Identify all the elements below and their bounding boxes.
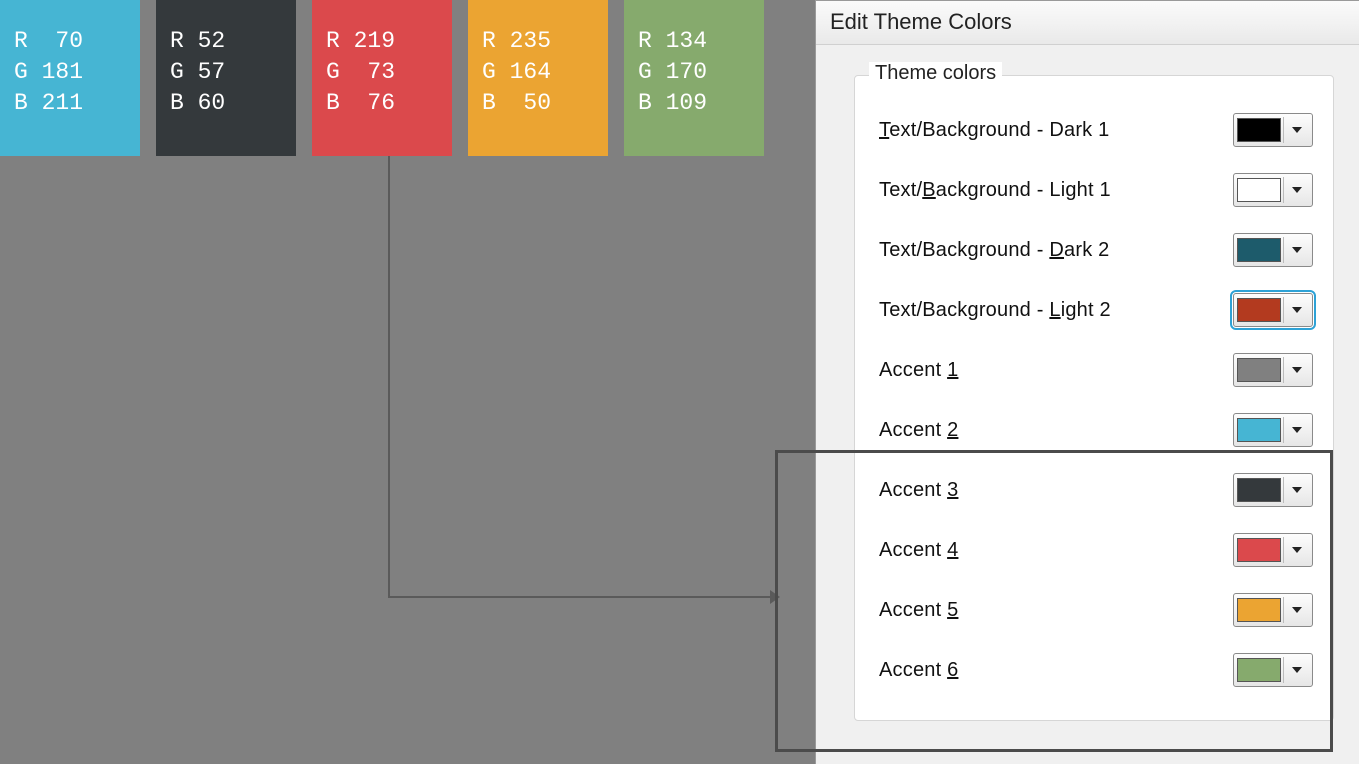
chevron-down-icon [1292,667,1302,673]
dropdown-button[interactable] [1283,357,1309,383]
dropdown-button[interactable] [1283,417,1309,443]
color-chip [1237,358,1281,382]
color-picker-button[interactable] [1233,293,1313,327]
swatch-row: R 70 G 181 B 211R 52 G 57 B 60R 219 G 73… [0,0,764,156]
color-chip [1237,598,1281,622]
dropdown-button[interactable] [1283,237,1309,263]
dialog-title: Edit Theme Colors [816,1,1359,45]
color-picker-button[interactable] [1233,353,1313,387]
color-chip [1237,658,1281,682]
color-chip [1237,118,1281,142]
dropdown-button[interactable] [1283,657,1309,683]
chevron-down-icon [1292,607,1302,613]
theme-color-row: Accent 6 [879,640,1313,700]
chevron-down-icon [1292,427,1302,433]
theme-colors-fieldset: Theme colors Text/Background - Dark 1Tex… [854,75,1334,721]
color-picker-button[interactable] [1233,113,1313,147]
theme-color-label: Text/Background - Dark 1 [879,119,1109,142]
color-chip [1237,238,1281,262]
theme-color-row: Accent 5 [879,580,1313,640]
theme-color-label: Accent 3 [879,479,958,502]
color-swatch-3: R 219 G 73 B 76 [312,0,452,156]
color-picker-button[interactable] [1233,653,1313,687]
color-picker-button[interactable] [1233,413,1313,447]
color-chip [1237,538,1281,562]
color-chip [1237,298,1281,322]
theme-color-row: Text/Background - Light 1 [879,160,1313,220]
dropdown-button[interactable] [1283,177,1309,203]
color-picker-button[interactable] [1233,173,1313,207]
dropdown-button[interactable] [1283,597,1309,623]
color-picker-button[interactable] [1233,473,1313,507]
chevron-down-icon [1292,247,1302,253]
color-swatch-4: R 235 G 164 B 50 [468,0,608,156]
theme-color-row: Text/Background - Light 2 [879,280,1313,340]
theme-color-label: Text/Background - Light 2 [879,299,1111,322]
theme-color-label: Text/Background - Dark 2 [879,239,1109,262]
dropdown-button[interactable] [1283,297,1309,323]
edit-theme-colors-dialog: Edit Theme Colors Theme colors Text/Back… [815,0,1359,764]
chevron-down-icon [1292,547,1302,553]
color-swatch-5: R 134 G 170 B 109 [624,0,764,156]
theme-color-label: Accent 4 [879,539,958,562]
theme-color-label: Accent 5 [879,599,958,622]
theme-color-row: Text/Background - Dark 1 [879,100,1313,160]
arrow-segment-vertical [388,156,390,596]
color-chip [1237,478,1281,502]
color-chip [1237,418,1281,442]
color-swatch-2: R 52 G 57 B 60 [156,0,296,156]
theme-color-label: Accent 1 [879,359,958,382]
fieldset-legend: Theme colors [869,62,1002,85]
dropdown-button[interactable] [1283,537,1309,563]
chevron-down-icon [1292,127,1302,133]
color-picker-button[interactable] [1233,533,1313,567]
arrow-segment-horizontal [388,596,774,598]
theme-color-row: Accent 4 [879,520,1313,580]
arrow-head-icon [770,590,780,604]
theme-color-row: Accent 3 [879,460,1313,520]
color-picker-button[interactable] [1233,593,1313,627]
dropdown-button[interactable] [1283,117,1309,143]
chevron-down-icon [1292,307,1302,313]
theme-color-row: Accent 2 [879,400,1313,460]
color-swatch-1: R 70 G 181 B 211 [0,0,140,156]
chevron-down-icon [1292,367,1302,373]
dropdown-button[interactable] [1283,477,1309,503]
dialog-body: Theme colors Text/Background - Dark 1 Tex… [816,45,1359,721]
chevron-down-icon [1292,187,1302,193]
theme-color-label: Text/Background - Light 1 [879,179,1111,202]
theme-color-label: Accent 2 [879,419,958,442]
chevron-down-icon [1292,487,1302,493]
theme-color-row: Accent 1 [879,340,1313,400]
color-picker-button[interactable] [1233,233,1313,267]
theme-color-row: Text/Background - Dark 2 [879,220,1313,280]
theme-color-label: Accent 6 [879,659,958,682]
color-chip [1237,178,1281,202]
